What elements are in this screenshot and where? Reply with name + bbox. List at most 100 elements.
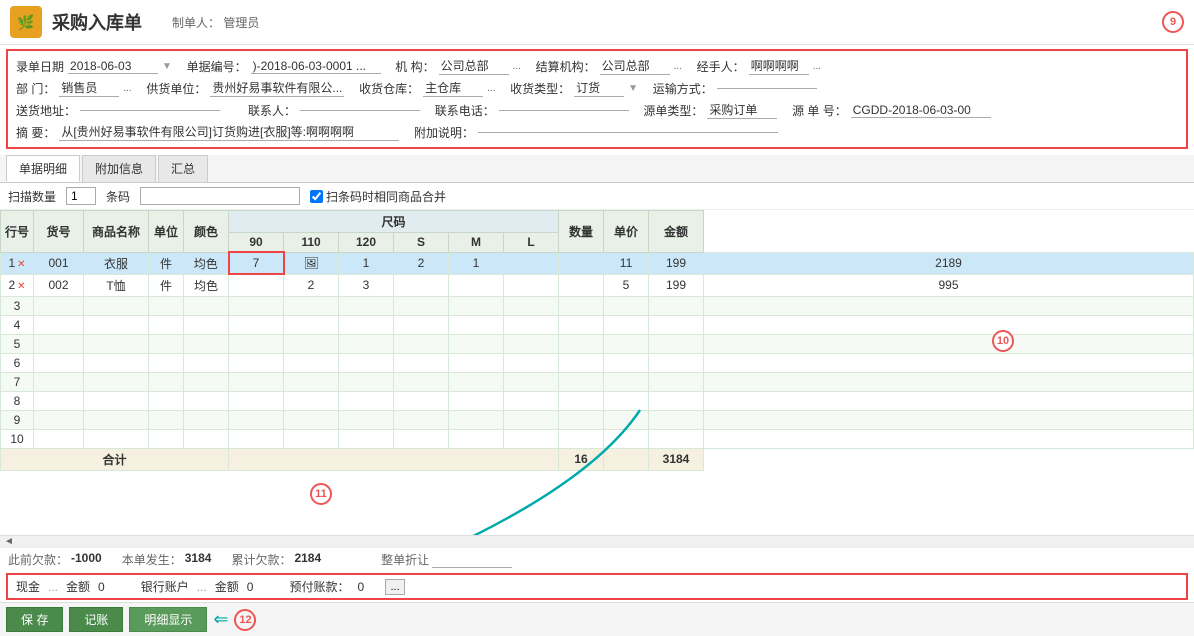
cell-size-3[interactable] [394, 315, 449, 334]
delete-icon[interactable]: ✕ [17, 281, 25, 292]
scan-input[interactable] [66, 187, 96, 205]
save-button[interactable]: 保 存 [6, 607, 63, 632]
cell-size-1[interactable] [284, 296, 339, 315]
cell-size-1[interactable]: 2 [284, 274, 339, 296]
cell-size-5[interactable] [504, 391, 559, 410]
cell-code[interactable] [34, 296, 84, 315]
cell-qty[interactable]: 5 [604, 274, 649, 296]
cell-size-0[interactable] [229, 315, 284, 334]
cell-color[interactable] [184, 353, 229, 372]
tab-detail[interactable]: 单据明细 [6, 155, 80, 182]
cell-price[interactable]: 199 [649, 252, 704, 274]
cell-size-4[interactable] [449, 410, 504, 429]
cell-code[interactable] [34, 372, 84, 391]
merge-checkbox-label[interactable]: 扫条码时相同商品合并 [310, 188, 446, 205]
cell-size-5[interactable] [504, 372, 559, 391]
cell-size-4[interactable] [449, 353, 504, 372]
cell-qty[interactable]: 11 [604, 252, 649, 274]
cell-qty[interactable] [604, 391, 649, 410]
cell-size-2[interactable] [339, 315, 394, 334]
discount-value[interactable] [432, 551, 512, 568]
cell-size-3[interactable] [394, 429, 449, 448]
cell-size-0[interactable] [229, 391, 284, 410]
cell-qty[interactable] [604, 296, 649, 315]
cell-code[interactable] [34, 391, 84, 410]
cell-unit[interactable] [149, 391, 184, 410]
cell-name[interactable] [84, 429, 149, 448]
cell-size-4[interactable] [449, 296, 504, 315]
cell-color[interactable] [184, 296, 229, 315]
cell-size-4[interactable] [449, 372, 504, 391]
recv-type-value[interactable]: 订货 [574, 79, 624, 97]
cell-size-0[interactable] [229, 372, 284, 391]
merge-checkbox[interactable] [310, 190, 323, 203]
prepay-value[interactable]: 0 [357, 580, 377, 594]
cell-unit[interactable] [149, 429, 184, 448]
cell-size-1[interactable] [284, 410, 339, 429]
cell-size-2[interactable] [339, 296, 394, 315]
cell-unit[interactable]: 件 [149, 274, 184, 296]
cell-color[interactable] [184, 372, 229, 391]
cell-code[interactable]: 001 [34, 252, 84, 274]
cell-size-2[interactable] [339, 429, 394, 448]
cell-name[interactable] [84, 391, 149, 410]
contact-value[interactable] [300, 110, 420, 111]
cell-qty[interactable] [604, 410, 649, 429]
cell-size-4[interactable] [449, 274, 504, 296]
cell-color[interactable] [184, 334, 229, 353]
cell-size-5[interactable] [504, 252, 559, 274]
cell-size-0[interactable] [229, 274, 284, 296]
warehouse-value[interactable]: 主仓库 [423, 79, 483, 97]
cell-size-1[interactable] [284, 372, 339, 391]
cell-size-4[interactable] [449, 315, 504, 334]
cell-amount[interactable] [704, 391, 1194, 410]
cell-qty[interactable] [604, 372, 649, 391]
cell-code[interactable] [34, 410, 84, 429]
cell-name[interactable]: 衣服 [84, 252, 149, 274]
cell-price[interactable] [649, 372, 704, 391]
cell-size-1[interactable] [284, 391, 339, 410]
cell-price[interactable] [649, 296, 704, 315]
cell-size-6[interactable] [559, 410, 604, 429]
supplier-value[interactable]: 贵州好易事软件有限公... [210, 79, 344, 97]
cell-size-2[interactable] [339, 391, 394, 410]
cell-size-0[interactable] [229, 429, 284, 448]
cell-size-6[interactable] [559, 315, 604, 334]
cell-qty[interactable] [604, 334, 649, 353]
bank-amount[interactable]: 0 [247, 580, 267, 594]
cell-amount[interactable] [704, 429, 1194, 448]
cell-color[interactable] [184, 429, 229, 448]
cell-size-5[interactable] [504, 429, 559, 448]
cash-amount[interactable]: 0 [98, 580, 118, 594]
cell-amount[interactable] [704, 353, 1194, 372]
cell-name[interactable]: T恤 [84, 274, 149, 296]
cell-size-1[interactable] [284, 353, 339, 372]
cell-size-6[interactable] [559, 429, 604, 448]
source-no-value[interactable]: CGDD-2018-06-03-00 [851, 103, 991, 118]
cell-price[interactable] [649, 315, 704, 334]
record-button[interactable]: 记账 [69, 607, 123, 632]
cell-name[interactable] [84, 315, 149, 334]
cell-name[interactable] [84, 372, 149, 391]
cell-size-2[interactable]: 3 [339, 274, 394, 296]
transport-value[interactable] [717, 88, 817, 89]
cell-size-2[interactable] [339, 334, 394, 353]
cell-amount[interactable] [704, 315, 1194, 334]
cell-size-6[interactable] [559, 296, 604, 315]
cell-size-2[interactable] [339, 410, 394, 429]
cell-name[interactable] [84, 353, 149, 372]
settle-value[interactable]: 公司总部 [600, 57, 670, 75]
order-no-value[interactable]: )-2018-06-03-0001 ... [251, 59, 381, 74]
cell-qty[interactable] [604, 353, 649, 372]
cell-price[interactable] [649, 391, 704, 410]
cell-size-5[interactable] [504, 274, 559, 296]
cell-size-5[interactable] [504, 315, 559, 334]
cell-size-1[interactable]: 🖼 [284, 252, 339, 274]
cell-size-2[interactable] [339, 353, 394, 372]
dept-value[interactable]: 销售员 [59, 79, 119, 97]
cell-code[interactable] [34, 315, 84, 334]
cell-amount[interactable] [704, 410, 1194, 429]
cell-size-6[interactable] [559, 334, 604, 353]
cell-unit[interactable] [149, 353, 184, 372]
remark-value[interactable]: 从[贵州好易事软件有限公司]订货购进[衣服]等:啊啊啊啊 [59, 123, 399, 141]
